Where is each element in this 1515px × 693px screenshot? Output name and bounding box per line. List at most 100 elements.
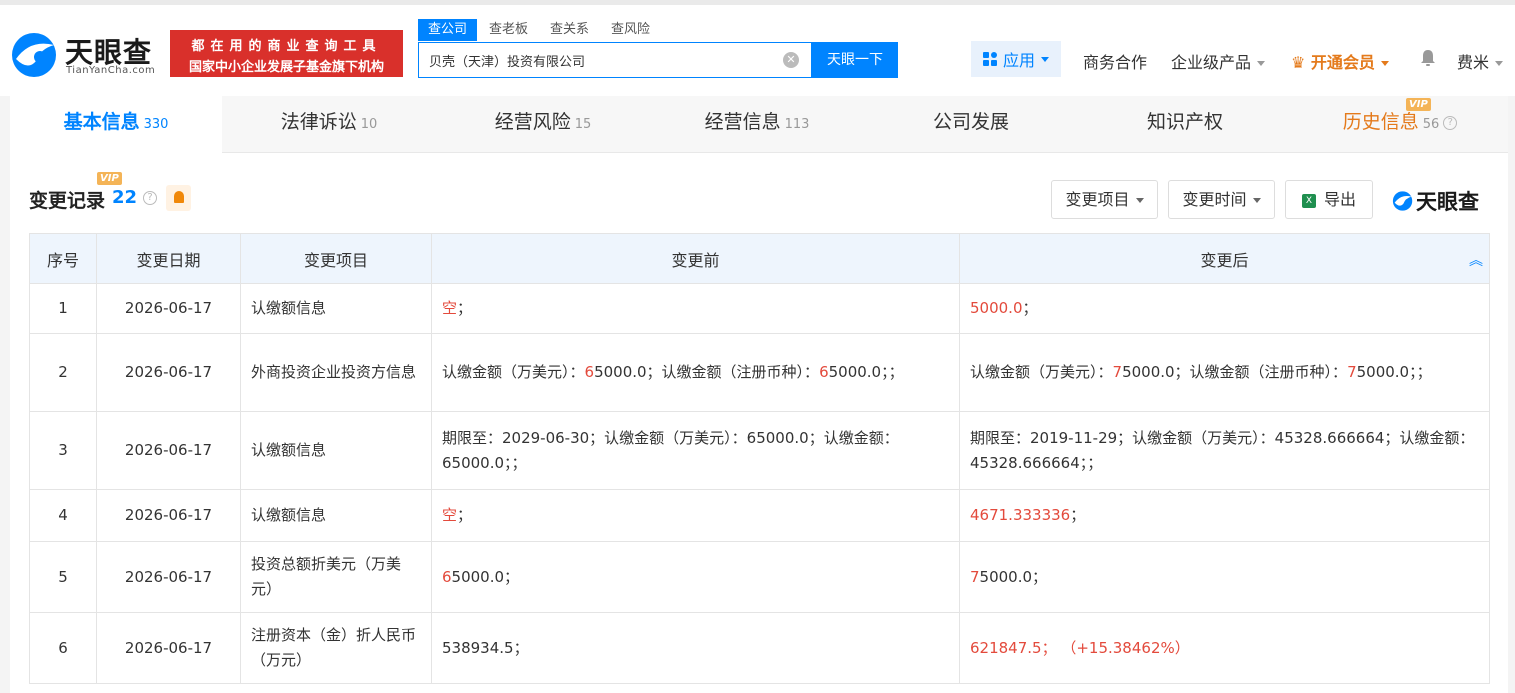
chevron-down-icon — [1135, 198, 1144, 203]
chevron-down-icon — [1257, 61, 1266, 66]
cell-item: 认缴额信息 — [240, 411, 432, 490]
filter-change-time-dropdown[interactable]: 变更时间 — [1168, 180, 1275, 219]
clear-icon[interactable]: ✕ — [783, 52, 799, 68]
slogan-line-1: 都在用的商业查询工具 — [191, 39, 382, 54]
nav-enterprise-products[interactable]: 企业级产品 — [1171, 49, 1266, 73]
cell-item: 外商投资企业投资方信息 — [240, 333, 432, 412]
cell-item: 注册资本（金）折人民币（万元） — [240, 612, 432, 684]
chevron-down-icon — [1041, 56, 1050, 62]
export-button[interactable]: X 导出 — [1285, 180, 1373, 219]
cell-no: 6 — [29, 612, 97, 684]
nav-business-cooperation[interactable]: 商务合作 — [1083, 49, 1147, 73]
header-after-label: 变更后 — [1200, 250, 1249, 270]
after-segment: 7 — [1347, 363, 1357, 381]
apps-menu-button[interactable]: 应用 — [971, 41, 1061, 77]
before-segment: 538934.5； — [442, 638, 529, 657]
user-menu[interactable]: 费米 — [1457, 49, 1504, 73]
cell-no: 3 — [29, 411, 97, 490]
before-segment: 5000.0；认缴金额（注册币种）： — [594, 363, 820, 381]
before-segment: ； — [457, 506, 473, 524]
cell-no: 4 — [29, 489, 97, 542]
nav-vip-label: 开通会员 — [1310, 53, 1375, 72]
tab-business-info[interactable]: 经营信息 113 — [650, 96, 864, 153]
tab-business-risk[interactable]: 经营风险 15 — [436, 96, 650, 153]
tab-label: 经营风险 — [494, 111, 571, 133]
tab-count: 330 — [143, 117, 169, 132]
after-segment: 认缴金额（万美元）： — [970, 363, 1113, 381]
filter-time-label: 变更时间 — [1182, 190, 1247, 209]
tab-basic-info[interactable]: 基本信息 330 — [10, 96, 222, 153]
after-segment: 5000.0； — [979, 567, 1048, 586]
tab-intellectual-property[interactable]: 知识产权 — [1078, 96, 1292, 153]
tab-legal-litigation[interactable]: 法律诉讼 10 — [222, 96, 436, 153]
tab-count: 10 — [360, 117, 378, 132]
after-segment: ； — [1022, 299, 1038, 317]
cell-no: 5 — [29, 541, 97, 613]
cell-item: 投资总额折美元（万美元） — [240, 541, 432, 613]
top-navigation-bar: 天眼查 TianYanCha.com 都在用的商业查询工具 国家中小企业发展子基… — [0, 0, 1515, 96]
after-segment: 5000.0 — [970, 299, 1023, 317]
table-row: 4 2026-06-17 认缴额信息 空； 4671.333336； — [29, 489, 1490, 542]
alert-bell-button[interactable] — [166, 185, 191, 211]
cell-after: 认缴金额（万美元）：75000.0；认缴金额（注册币种）：75000.0；； — [959, 333, 1490, 412]
after-segment: ； — [1070, 506, 1086, 524]
header-after: 变更后 ︽ — [959, 233, 1490, 284]
after-segment: 7 — [1112, 363, 1123, 381]
before-segment: 6 — [819, 363, 829, 381]
bell-icon — [174, 191, 184, 203]
company-detail-panel: 基本信息 330 法律诉讼 10 经营风险 15 经营信息 113 公司发展 知识产权 … — [10, 96, 1508, 693]
cell-no: 2 — [29, 333, 97, 412]
after-segment: 5000.0；； — [1356, 363, 1432, 381]
after-segment: 4671.333336 — [970, 506, 1071, 524]
cell-after: 4671.333336； — [959, 489, 1490, 542]
search-tab-company[interactable]: 查公司 — [418, 19, 478, 41]
before-segment: 认缴金额（万美元）： — [442, 363, 585, 381]
help-icon[interactable]: ? — [143, 191, 157, 205]
search-button[interactable]: 天眼一下 — [812, 42, 898, 78]
tab-label: 历史信息 — [1342, 111, 1419, 133]
cell-after: 621847.5； （+15.38462%） — [959, 612, 1490, 684]
brand-name: 天眼查 — [1416, 190, 1479, 214]
excel-icon: X — [1301, 193, 1316, 208]
header-item: 变更项目 — [240, 233, 432, 284]
tianyancha-logo[interactable]: 天眼查 TianYanCha.com — [10, 31, 160, 79]
cell-after: 5000.0； — [959, 283, 1490, 334]
change-record-table: 序号 变更日期 变更项目 变更前 变更后 ︽ 1 2026-06-17 认缴额信息 空；… — [29, 233, 1490, 684]
crown-icon: ♛ — [1291, 53, 1311, 72]
collapse-up-icon[interactable]: ︽ — [1469, 250, 1483, 270]
search-input[interactable] — [419, 43, 769, 77]
vip-badge: VIP — [1406, 98, 1431, 111]
before-segment: 6 — [442, 567, 452, 586]
section-count: 22 — [112, 187, 138, 208]
search-type-tabs: 查公司 查老板 查关系 查风险 — [418, 19, 662, 41]
cell-date: 2026-06-17 — [96, 489, 241, 542]
export-label: 导出 — [1323, 190, 1356, 209]
tab-label: 法律诉讼 — [280, 111, 357, 133]
header-date: 变更日期 — [96, 233, 241, 284]
cell-date: 2026-06-17 — [96, 541, 241, 613]
bell-icon[interactable] — [1419, 49, 1437, 67]
chevron-down-icon — [1252, 198, 1261, 203]
cell-before: 空； — [431, 489, 960, 542]
tab-count: 56 — [1422, 117, 1440, 132]
cell-after: 75000.0； — [959, 541, 1490, 613]
apps-label: 应用 — [1003, 51, 1036, 70]
tab-history-info[interactable]: 历史信息 56? — [1292, 96, 1508, 153]
cell-date: 2026-06-17 — [96, 283, 241, 334]
tab-label: 基本信息 — [63, 111, 140, 133]
nav-open-vip[interactable]: ♛ 开通会员 — [1291, 49, 1389, 73]
apps-grid-icon — [983, 52, 997, 66]
after-segment: 7 — [970, 567, 980, 586]
chevron-down-icon — [1380, 61, 1389, 66]
cell-date: 2026-06-17 — [96, 333, 241, 412]
cell-date: 2026-06-17 — [96, 612, 241, 684]
section-title: 变更记录 — [29, 190, 106, 212]
filter-change-item-dropdown[interactable]: 变更项目 — [1051, 180, 1158, 219]
search-tab-boss[interactable]: 查老板 — [479, 19, 538, 41]
search-tab-relation[interactable]: 查关系 — [540, 19, 599, 41]
table-row: 6 2026-06-17 注册资本（金）折人民币（万元） 538934.5； 62184… — [29, 612, 1490, 684]
before-segment: 5000.0； — [451, 567, 520, 586]
search-tab-risk[interactable]: 查风险 — [601, 19, 660, 41]
tab-count: 113 — [784, 117, 810, 132]
tab-company-development[interactable]: 公司发展 — [864, 96, 1078, 153]
